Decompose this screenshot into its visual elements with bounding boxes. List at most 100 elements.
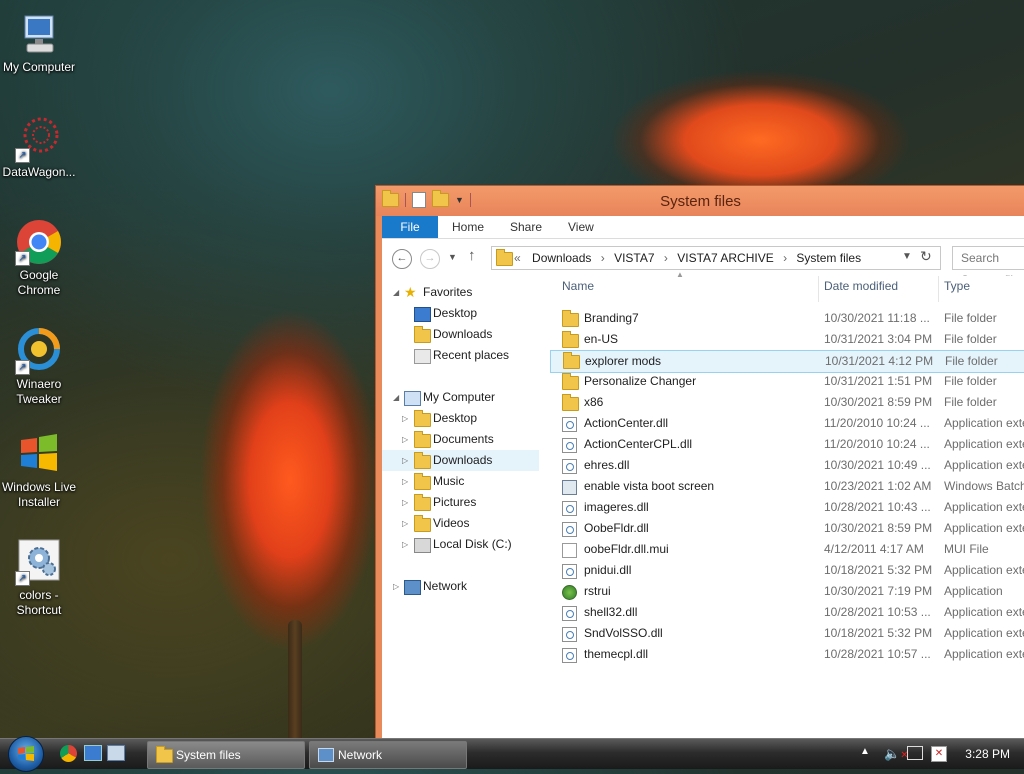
file-row-selected[interactable]: explorer mods 10/31/2021 4:12 PM File fo… <box>550 350 1024 373</box>
nav-computer-local-disk[interactable]: ▷ Local Disk (C:) <box>382 534 542 555</box>
tab-share[interactable]: Share <box>510 216 542 238</box>
column-header-date-modified[interactable]: Date modified <box>824 279 898 293</box>
tab-view[interactable]: View <box>568 216 594 238</box>
file-row[interactable]: imageres.dll 10/28/2021 10:43 ... Applic… <box>554 497 1024 518</box>
chrome-quicklaunch-icon[interactable] <box>60 745 77 762</box>
file-row[interactable]: OobeFldr.dll 10/30/2021 8:59 PM Applicat… <box>554 518 1024 539</box>
forward-button[interactable]: → <box>420 249 440 269</box>
breadcrumb-separator-icon[interactable]: › <box>664 251 668 265</box>
nav-favorites-desktop[interactable]: Desktop <box>382 303 542 324</box>
file-date: 10/30/2021 7:19 PM <box>824 584 933 598</box>
collapsed-arrow-icon[interactable]: ▷ <box>402 408 408 429</box>
system-clock[interactable]: 3:28 PM <box>965 747 1010 761</box>
nav-favorites[interactable]: ◢ ★ Favorites <box>382 282 542 303</box>
column-header-name[interactable]: Name <box>562 279 594 293</box>
file-row[interactable]: SndVolSSO.dll 10/18/2021 5:32 PM Applica… <box>554 623 1024 644</box>
nav-computer-videos[interactable]: ▷ Videos <box>382 513 542 534</box>
nav-computer-music[interactable]: ▷ Music <box>382 471 542 492</box>
collapsed-arrow-icon[interactable]: ▷ <box>402 534 408 555</box>
nav-computer-pictures[interactable]: ▷ Pictures <box>382 492 542 513</box>
file-row[interactable]: rstrui 10/30/2021 7:19 PM Application <box>554 581 1024 602</box>
breadcrumb-vista7[interactable]: VISTA7 <box>614 251 654 265</box>
file-row[interactable]: en-US 10/31/2021 3:04 PM File folder <box>554 329 1024 350</box>
taskbar-button-system-files[interactable]: System files <box>147 741 305 769</box>
collapsed-arrow-icon[interactable]: ▷ <box>402 471 408 492</box>
desktop-icon-datawagon[interactable]: ↗ DataWagon... <box>1 115 77 180</box>
file-type: File folder <box>944 311 997 325</box>
up-button[interactable]: ↑ <box>468 247 476 264</box>
star-icon: ★ <box>404 284 417 300</box>
nav-computer-downloads[interactable]: ▷ Downloads <box>382 450 539 471</box>
folder-icon <box>562 331 579 348</box>
address-dropdown-icon[interactable]: ▼ <box>902 251 912 262</box>
action-center-flag-icon[interactable]: ✕ <box>931 746 947 762</box>
switch-windows-icon[interactable] <box>107 745 125 761</box>
folder-icon <box>562 373 579 390</box>
desktop-icon-windows-live-installer[interactable]: Windows Live Installer <box>1 430 77 510</box>
breadcrumb-vista7-archive[interactable]: VISTA7 ARCHIVE <box>677 251 773 265</box>
show-desktop-icon[interactable] <box>84 745 102 761</box>
file-name: rstrui <box>584 584 611 598</box>
file-row[interactable]: pnidui.dll 10/18/2021 5:32 PM Applicatio… <box>554 560 1024 581</box>
start-button[interactable] <box>8 736 44 772</box>
network-status-icon[interactable] <box>907 746 923 760</box>
file-row[interactable]: ActionCenter.dll 11/20/2010 10:24 ... Ap… <box>554 413 1024 434</box>
volume-muted-icon[interactable]: 🔈✕ <box>884 746 909 762</box>
breadcrumb-downloads[interactable]: Downloads <box>532 251 591 265</box>
file-row[interactable]: Personalize Changer 10/31/2021 1:51 PM F… <box>554 371 1024 392</box>
title-bar[interactable]: ▼ System files <box>376 186 1024 216</box>
collapsed-arrow-icon[interactable]: ▷ <box>402 492 408 513</box>
breadcrumb-separator-icon[interactable]: › <box>783 251 787 265</box>
dll-file-icon <box>562 501 577 516</box>
desktop-icon-colors-shortcut[interactable]: ↗ colors - Shortcut <box>1 538 77 618</box>
nav-favorites-recent-places[interactable]: Recent places <box>382 345 542 366</box>
window-title: System files <box>660 193 741 210</box>
file-row[interactable]: ehres.dll 10/30/2021 10:49 ... Applicati… <box>554 455 1024 476</box>
breadcrumb-overflow[interactable]: « <box>514 251 521 265</box>
desktop-icon-winaero-tweaker[interactable]: ↗ Winaero Tweaker <box>1 327 77 407</box>
collapsed-arrow-icon[interactable]: ▷ <box>402 429 408 450</box>
search-input[interactable]: Search System files <box>952 246 1024 287</box>
collapsed-arrow-icon[interactable]: ▷ <box>402 513 408 534</box>
nav-my-computer[interactable]: ◢ My Computer <box>382 387 542 408</box>
taskbar-button-network[interactable]: Network <box>309 741 467 769</box>
nav-network[interactable]: ▷ Network <box>382 576 542 597</box>
nav-favorites-downloads[interactable]: Downloads <box>382 324 542 345</box>
folder-icon <box>414 494 431 511</box>
nav-computer-documents[interactable]: ▷ Documents <box>382 429 542 450</box>
breadcrumb-separator-icon[interactable]: › <box>601 251 605 265</box>
expanded-arrow-icon[interactable]: ◢ <box>393 387 399 408</box>
file-row[interactable]: shell32.dll 10/28/2021 10:53 ... Applica… <box>554 602 1024 623</box>
recent-locations-chevron-icon[interactable]: ▼ <box>448 252 457 262</box>
column-divider[interactable] <box>938 276 939 302</box>
shortcut-arrow-icon: ↗ <box>15 360 30 375</box>
back-button[interactable]: ← <box>392 249 412 269</box>
column-divider[interactable] <box>818 276 819 302</box>
file-date: 10/18/2021 5:32 PM <box>824 626 933 640</box>
column-header-type[interactable]: Type <box>944 279 970 293</box>
file-row[interactable]: Branding7 10/30/2021 11:18 ... File fold… <box>554 308 1024 329</box>
file-row[interactable]: ActionCenterCPL.dll 11/20/2010 10:24 ...… <box>554 434 1024 455</box>
file-name: OobeFldr.dll <box>584 521 649 535</box>
desktop-icon-google-chrome[interactable]: ↗ Google Chrome <box>1 218 77 298</box>
breadcrumb-system-files[interactable]: System files <box>796 251 861 265</box>
nav-computer-desktop[interactable]: ▷ Desktop <box>382 408 542 429</box>
show-hidden-icons-chevron-icon[interactable]: ▲ <box>860 746 870 757</box>
file-row[interactable]: themecpl.dll 10/28/2021 10:57 ... Applic… <box>554 644 1024 665</box>
address-bar[interactable]: « Downloads › VISTA7 › VISTA7 ARCHIVE › … <box>491 246 941 270</box>
expanded-arrow-icon[interactable]: ◢ <box>393 282 399 303</box>
shortcut-arrow-icon: ↗ <box>15 571 30 586</box>
refresh-icon[interactable]: ↻ <box>920 248 932 265</box>
folder-icon <box>414 410 431 427</box>
file-date: 10/30/2021 8:59 PM <box>824 521 933 535</box>
file-type: Application exte <box>944 458 1024 472</box>
tab-home[interactable]: Home <box>452 216 484 238</box>
tab-file[interactable]: File <box>382 216 438 238</box>
nav-label: Pictures <box>433 495 477 509</box>
collapsed-arrow-icon[interactable]: ▷ <box>393 576 399 597</box>
file-row[interactable]: x86 10/30/2021 8:59 PM File folder <box>554 392 1024 413</box>
desktop-icon-my-computer[interactable]: My Computer <box>1 10 77 75</box>
file-row[interactable]: enable vista boot screen 10/23/2021 1:02… <box>554 476 1024 497</box>
file-row[interactable]: oobeFldr.dll.mui 4/12/2011 4:17 AM MUI F… <box>554 539 1024 560</box>
collapsed-arrow-icon[interactable]: ▷ <box>402 450 408 471</box>
